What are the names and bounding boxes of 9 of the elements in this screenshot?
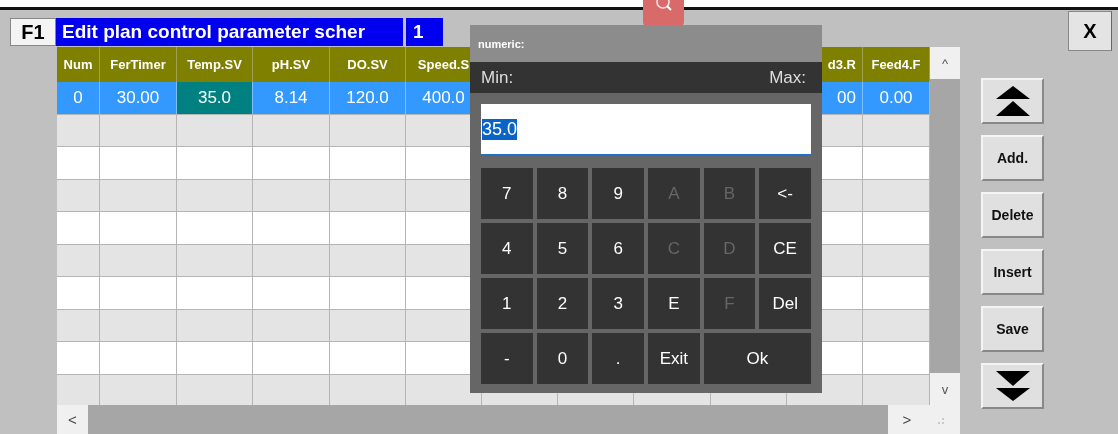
window-title: Edit plan control parameter scher <box>56 18 403 46</box>
table-cell: 8.14 <box>253 82 330 114</box>
min-label: Min: <box>481 67 514 88</box>
table-cell: 35.0 <box>177 82 253 114</box>
function-key-label: F1 <box>10 18 56 46</box>
table-cell: 120.0 <box>330 82 406 114</box>
dialog-title: numeric: <box>470 25 822 62</box>
table-cell: 0 <box>57 82 100 114</box>
plan-number: 1 <box>406 18 443 46</box>
